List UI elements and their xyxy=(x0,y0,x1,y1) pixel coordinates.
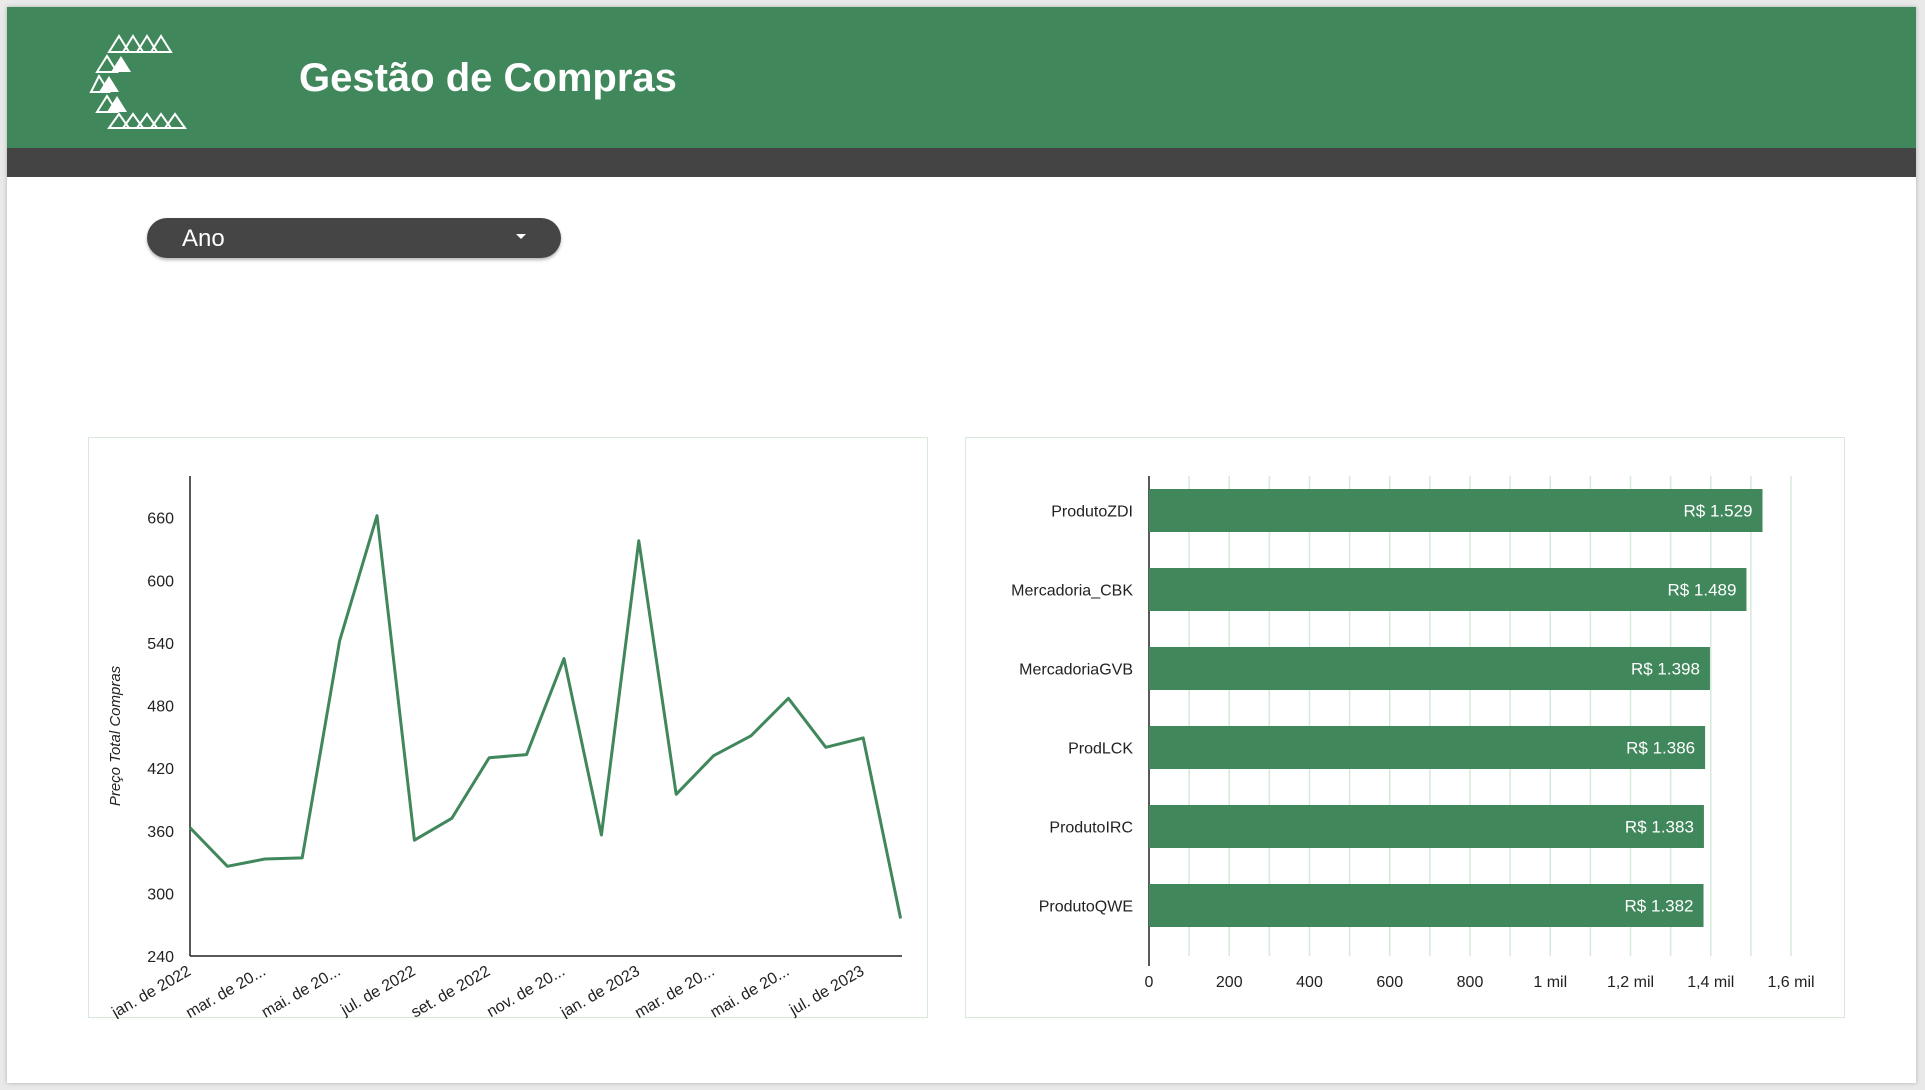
data-point[interactable] xyxy=(446,812,458,824)
category-label: ProdLCK xyxy=(1068,741,1133,758)
caret-down-icon xyxy=(516,234,526,239)
data-point[interactable] xyxy=(408,834,420,846)
bar-value-label: R$ 1.382 xyxy=(1625,897,1694,916)
x-tick-label: set. de 2022 xyxy=(408,963,493,1019)
y-axis-label: Preço Total Compras xyxy=(107,665,124,806)
data-point[interactable] xyxy=(558,653,570,665)
x-tick-label: 1,4 mil xyxy=(1687,974,1734,991)
data-point[interactable] xyxy=(334,635,346,647)
x-tick-label: jan. de 2022 xyxy=(108,963,194,1019)
data-point[interactable] xyxy=(670,788,682,800)
x-tick-label: 400 xyxy=(1296,974,1323,991)
top-products-bar-chart: 0 200 400 600 800 1 mil 1,2 mil 1,4 mil 1,6 mil P… xyxy=(1011,476,1815,991)
x-tick-label: 800 xyxy=(1457,974,1484,991)
category-label: ProdutoZDI xyxy=(1051,504,1133,521)
bar-value-label: R$ 1.398 xyxy=(1631,660,1700,679)
x-tick-label: mar. de 20... xyxy=(632,963,718,1019)
bar[interactable] xyxy=(1149,568,1747,611)
x-tick-label: jul. de 2023 xyxy=(786,963,867,1019)
x-tick-label: 1 mil xyxy=(1533,974,1567,991)
data-point[interactable] xyxy=(184,822,196,834)
page-title: Gestão de Compras xyxy=(299,56,677,100)
bar[interactable] xyxy=(1149,647,1710,690)
y-tick-label: 420 xyxy=(147,761,174,778)
y-tick-label: 600 xyxy=(147,573,174,590)
top-products-bar-chart-panel: 0 200 400 600 800 1 mil 1,2 mil 1,4 mil 1,6 mil P… xyxy=(965,437,1845,1018)
data-point[interactable] xyxy=(259,853,271,865)
y-tick-label: 240 xyxy=(147,949,174,966)
y-tick-label: 300 xyxy=(147,886,174,903)
data-point[interactable] xyxy=(857,732,869,744)
bar-value-label: R$ 1.529 xyxy=(1684,502,1753,521)
data-point[interactable] xyxy=(633,535,645,547)
year-filter-dropdown[interactable]: Ano xyxy=(147,218,561,258)
dashboard-page: Gestão de Compras Ano 240 300 360 420 480 540… xyxy=(7,7,1916,1083)
purchases-line-chart-panel: 240 300 360 420 480 540 600 660 Preço Total Comp… xyxy=(88,437,928,1019)
header-divider-strip xyxy=(7,148,1916,177)
x-tick-label: mar. de 20... xyxy=(183,963,269,1019)
y-tick-label: 480 xyxy=(147,699,174,716)
x-tick-label: 200 xyxy=(1216,974,1243,991)
x-tick-label: 0 xyxy=(1145,974,1154,991)
bar[interactable] xyxy=(1149,726,1706,769)
x-tick-label: mai. de 20... xyxy=(708,963,793,1019)
category-label: ProdutoQWE xyxy=(1039,899,1133,916)
data-point[interactable] xyxy=(371,510,383,522)
bar-value-label: R$ 1.489 xyxy=(1667,581,1736,600)
header-bar: Gestão de Compras xyxy=(7,7,1916,148)
category-label: MercadoriaGVB xyxy=(1019,662,1133,679)
x-tick-label: mai. de 20... xyxy=(259,963,344,1019)
x-tick-label: 1,2 mil xyxy=(1607,974,1654,991)
category-label: Mercadoria_CBK xyxy=(1011,583,1133,600)
category-label: ProdutoIRC xyxy=(1049,820,1133,837)
data-point[interactable] xyxy=(521,749,533,761)
data-point[interactable] xyxy=(708,750,720,762)
bar-value-label: R$ 1.386 xyxy=(1626,739,1695,758)
x-tick-label: 1,6 mil xyxy=(1767,974,1814,991)
company-logo xyxy=(89,34,187,129)
bar[interactable] xyxy=(1149,489,1763,532)
data-point[interactable] xyxy=(820,741,832,753)
y-tick-label: 540 xyxy=(147,636,174,653)
data-point[interactable] xyxy=(296,852,308,864)
data-point[interactable] xyxy=(782,692,794,704)
x-tick-label: 600 xyxy=(1376,974,1403,991)
data-point[interactable] xyxy=(221,860,233,872)
x-tick-label: jul. de 2022 xyxy=(337,963,418,1019)
y-tick-label: 660 xyxy=(147,511,174,528)
x-tick-label: nov. de 20... xyxy=(484,963,568,1019)
data-point[interactable] xyxy=(483,752,495,764)
y-tick-label: 360 xyxy=(147,824,174,841)
purchases-line-chart: 240 300 360 420 480 540 600 660 Preço Total Comp… xyxy=(107,476,907,1019)
bar-value-label: R$ 1.383 xyxy=(1625,818,1694,837)
year-filter-label: Ano xyxy=(182,225,225,252)
data-point[interactable] xyxy=(895,912,907,924)
data-point[interactable] xyxy=(595,829,607,841)
bar[interactable] xyxy=(1149,884,1704,927)
x-tick-label: jan. de 2023 xyxy=(557,963,643,1019)
data-point[interactable] xyxy=(745,730,757,742)
bar[interactable] xyxy=(1149,805,1704,848)
